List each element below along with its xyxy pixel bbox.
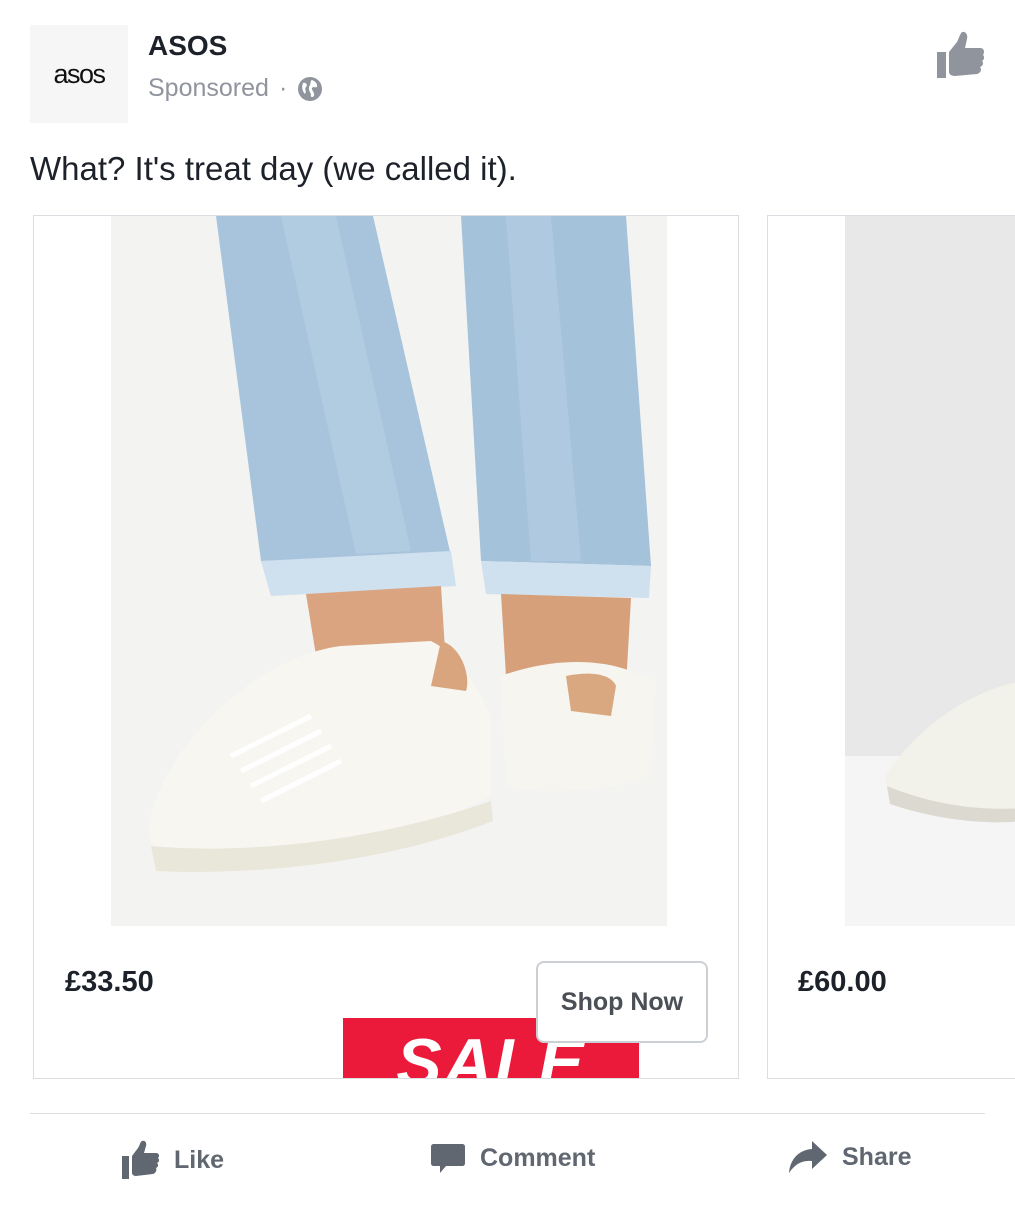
product-image[interactable]	[111, 216, 667, 926]
page-name-link[interactable]: ASOS	[148, 30, 227, 62]
post-message: What? It's treat day (we called it).	[30, 150, 517, 187]
sponsored-post: asos ASOS Sponsored · What? It's treat d…	[0, 0, 1015, 1211]
thumbs-up-icon[interactable]	[935, 30, 985, 82]
share-label: Share	[842, 1142, 912, 1171]
like-icon	[122, 1140, 160, 1179]
carousel-card[interactable]: SALE £33.50 Shop Now	[33, 215, 739, 1079]
share-arrow-icon	[789, 1141, 827, 1173]
globe-icon[interactable]	[297, 76, 323, 102]
actions-divider	[30, 1113, 985, 1114]
page-avatar[interactable]: asos	[30, 25, 128, 123]
comment-button[interactable]: Comment	[430, 1140, 595, 1176]
post-meta: Sponsored ·	[148, 74, 323, 103]
asos-logo: asos	[53, 58, 106, 89]
like-label: Like	[174, 1145, 225, 1174]
meta-separator: ·	[278, 74, 288, 102]
comment-label: Comment	[480, 1143, 596, 1172]
like-button[interactable]: Like	[122, 1140, 224, 1180]
sponsored-label[interactable]: Sponsored	[148, 74, 269, 103]
share-button[interactable]: Share	[788, 1140, 911, 1174]
post-actions-bar: Like Comment Share	[0, 1130, 1015, 1200]
product-image[interactable]	[845, 216, 1015, 926]
comment-icon	[431, 1144, 465, 1173]
carousel-card[interactable]: £60.00	[767, 215, 1015, 1079]
product-price: £33.50	[65, 966, 154, 998]
shop-now-button[interactable]: Shop Now	[536, 961, 708, 1043]
product-price: £60.00	[798, 966, 887, 998]
